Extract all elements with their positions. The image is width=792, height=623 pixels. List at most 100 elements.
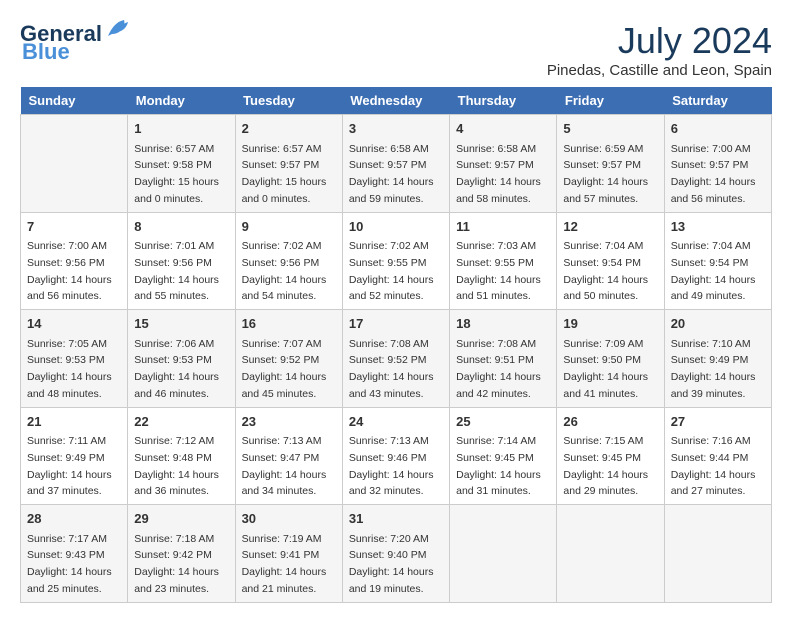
cell-info-line: Daylight: 14 hours (563, 371, 648, 383)
cell-info-line: Sunrise: 7:18 AM (134, 533, 214, 545)
cell-info-line: Daylight: 14 hours (134, 566, 219, 578)
cell-info-line: Sunset: 9:40 PM (349, 549, 427, 561)
cell-info-line: Sunset: 9:56 PM (27, 257, 105, 269)
cell-info-line: and 56 minutes. (671, 193, 746, 205)
cell-info-line: Sunset: 9:57 PM (671, 159, 749, 171)
cell-info-line: and 21 minutes. (242, 583, 317, 595)
cell-info-line: Daylight: 14 hours (134, 371, 219, 383)
cell-info-line: Daylight: 14 hours (563, 176, 648, 188)
cell-info-line: Sunrise: 7:04 AM (671, 240, 751, 252)
cell-info-line: and 45 minutes. (242, 388, 317, 400)
cell-info-line: Daylight: 14 hours (242, 274, 327, 286)
cell-info-line: Daylight: 14 hours (671, 176, 756, 188)
calendar-cell: 9Sunrise: 7:02 AMSunset: 9:56 PMDaylight… (235, 212, 342, 310)
day-number: 15 (134, 314, 228, 334)
cell-info-line: Sunset: 9:51 PM (456, 354, 534, 366)
cell-info-line: Daylight: 14 hours (671, 274, 756, 286)
cell-info-line: Sunset: 9:50 PM (563, 354, 641, 366)
weekday-header-saturday: Saturday (664, 87, 771, 115)
cell-info-line: Sunrise: 7:01 AM (134, 240, 214, 252)
cell-info-line: Sunset: 9:49 PM (27, 452, 105, 464)
cell-info-line: Sunrise: 7:13 AM (242, 435, 322, 447)
calendar-cell (664, 505, 771, 603)
weekday-header-wednesday: Wednesday (342, 87, 449, 115)
calendar-cell: 25 Sunrise: 7:14 AM Sunset: 9:45 PM Dayligh… (450, 407, 557, 505)
cell-info-line: and 57 minutes. (563, 193, 638, 205)
cell-info-line: Daylight: 14 hours (242, 469, 327, 481)
day-number: 24 (349, 412, 443, 432)
calendar-table: SundayMondayTuesdayWednesdayThursdayFrid… (20, 87, 772, 603)
cell-info-line: Sunrise: 6:59 AM (563, 143, 643, 155)
cell-info-line: Sunset: 9:52 PM (242, 354, 320, 366)
cell-info-line: and 48 minutes. (27, 388, 102, 400)
day-number: 3 (349, 119, 443, 139)
cell-info-line: Daylight: 14 hours (671, 371, 756, 383)
cell-info-line: Sunrise: 7:12 AM (134, 435, 214, 447)
day-number: 14 (27, 314, 121, 334)
cell-info-line: and 29 minutes. (563, 485, 638, 497)
cell-info-line: Daylight: 14 hours (456, 371, 541, 383)
calendar-week-2: 14 Sunrise: 7:05 AM Sunset: 9:53 PM Dayligh… (21, 310, 772, 408)
calendar-cell: 19Sunrise: 7:09 AMSunset: 9:50 PMDayligh… (557, 310, 664, 408)
cell-info-line: Sunset: 9:57 PM (456, 159, 534, 171)
day-number: 29 (134, 509, 228, 529)
calendar-cell: 24Sunrise: 7:13 AMSunset: 9:46 PMDayligh… (342, 407, 449, 505)
weekday-header-sunday: Sunday (21, 87, 128, 115)
cell-info-line: and 34 minutes. (242, 485, 317, 497)
cell-info-line: Daylight: 14 hours (349, 371, 434, 383)
cell-info-line: Sunrise: 7:06 AM (134, 338, 214, 350)
day-number: 2 (242, 119, 336, 139)
cell-info-line: Sunset: 9:49 PM (671, 354, 749, 366)
logo: General Blue (20, 20, 132, 65)
calendar-cell: 12Sunrise: 7:04 AMSunset: 9:54 PMDayligh… (557, 212, 664, 310)
day-number: 21 (27, 412, 121, 432)
calendar-cell: 6Sunrise: 7:00 AMSunset: 9:57 PMDaylight… (664, 115, 771, 213)
cell-info-line: Daylight: 14 hours (27, 274, 112, 286)
cell-info-line: and 55 minutes. (134, 290, 209, 302)
calendar-cell: 3Sunrise: 6:58 AMSunset: 9:57 PMDaylight… (342, 115, 449, 213)
location: Pinedas, Castille and Leon, Spain (547, 62, 772, 79)
day-number: 25 (456, 412, 550, 432)
cell-info-line: Sunrise: 7:14 AM (456, 435, 536, 447)
cell-info-line: Sunrise: 7:05 AM (27, 338, 107, 350)
weekday-header-tuesday: Tuesday (235, 87, 342, 115)
calendar-cell: 13Sunrise: 7:04 AMSunset: 9:54 PMDayligh… (664, 212, 771, 310)
cell-info-line: Sunset: 9:41 PM (242, 549, 320, 561)
calendar-cell: 17Sunrise: 7:08 AMSunset: 9:52 PMDayligh… (342, 310, 449, 408)
cell-info-line: Daylight: 15 hours (134, 176, 219, 188)
day-number: 22 (134, 412, 228, 432)
calendar-cell: 14Sunrise: 7:05 AMSunset: 9:53 PMDayligh… (21, 310, 128, 408)
cell-info-line: Sunrise: 6:58 AM (456, 143, 536, 155)
day-number: 9 (242, 217, 336, 237)
cell-info-line: Sunrise: 7:00 AM (671, 143, 751, 155)
cell-info-line: and 32 minutes. (349, 485, 424, 497)
cell-info-line: Sunrise: 7:08 AM (456, 338, 536, 350)
cell-info-line: Sunset: 9:47 PM (242, 452, 320, 464)
day-number: 23 (242, 412, 336, 432)
cell-info-line: and 51 minutes. (456, 290, 531, 302)
cell-info-line: Daylight: 14 hours (456, 469, 541, 481)
cell-info-line: and 39 minutes. (671, 388, 746, 400)
cell-info-line: Sunset: 9:57 PM (242, 159, 320, 171)
title-area: July 2024 Pinedas, Castille and Leon, Sp… (547, 20, 772, 79)
day-number: 26 (563, 412, 657, 432)
calendar-cell: 4Sunrise: 6:58 AMSunset: 9:57 PMDaylight… (450, 115, 557, 213)
cell-info-line: Sunset: 9:53 PM (27, 354, 105, 366)
cell-info-line: and 41 minutes. (563, 388, 638, 400)
cell-info-line: Daylight: 14 hours (242, 566, 327, 578)
calendar-week-0: 1Sunrise: 6:57 AMSunset: 9:58 PMDaylight… (21, 115, 772, 213)
cell-info-line: Sunset: 9:54 PM (563, 257, 641, 269)
day-number: 28 (27, 509, 121, 529)
day-number: 10 (349, 217, 443, 237)
calendar-cell: 29Sunrise: 7:18 AMSunset: 9:42 PMDayligh… (128, 505, 235, 603)
cell-info-line: Sunset: 9:45 PM (456, 452, 534, 464)
cell-info-line: Sunrise: 7:00 AM (27, 240, 107, 252)
cell-info-line: and 19 minutes. (349, 583, 424, 595)
cell-info-line: Daylight: 14 hours (563, 274, 648, 286)
calendar-cell: 26Sunrise: 7:15 AMSunset: 9:45 PMDayligh… (557, 407, 664, 505)
cell-info-line: Sunset: 9:53 PM (134, 354, 212, 366)
cell-info-line: and 0 minutes. (242, 193, 311, 205)
cell-info-line: Sunrise: 6:57 AM (134, 143, 214, 155)
cell-info-line: Sunset: 9:54 PM (671, 257, 749, 269)
cell-info-line: and 36 minutes. (134, 485, 209, 497)
